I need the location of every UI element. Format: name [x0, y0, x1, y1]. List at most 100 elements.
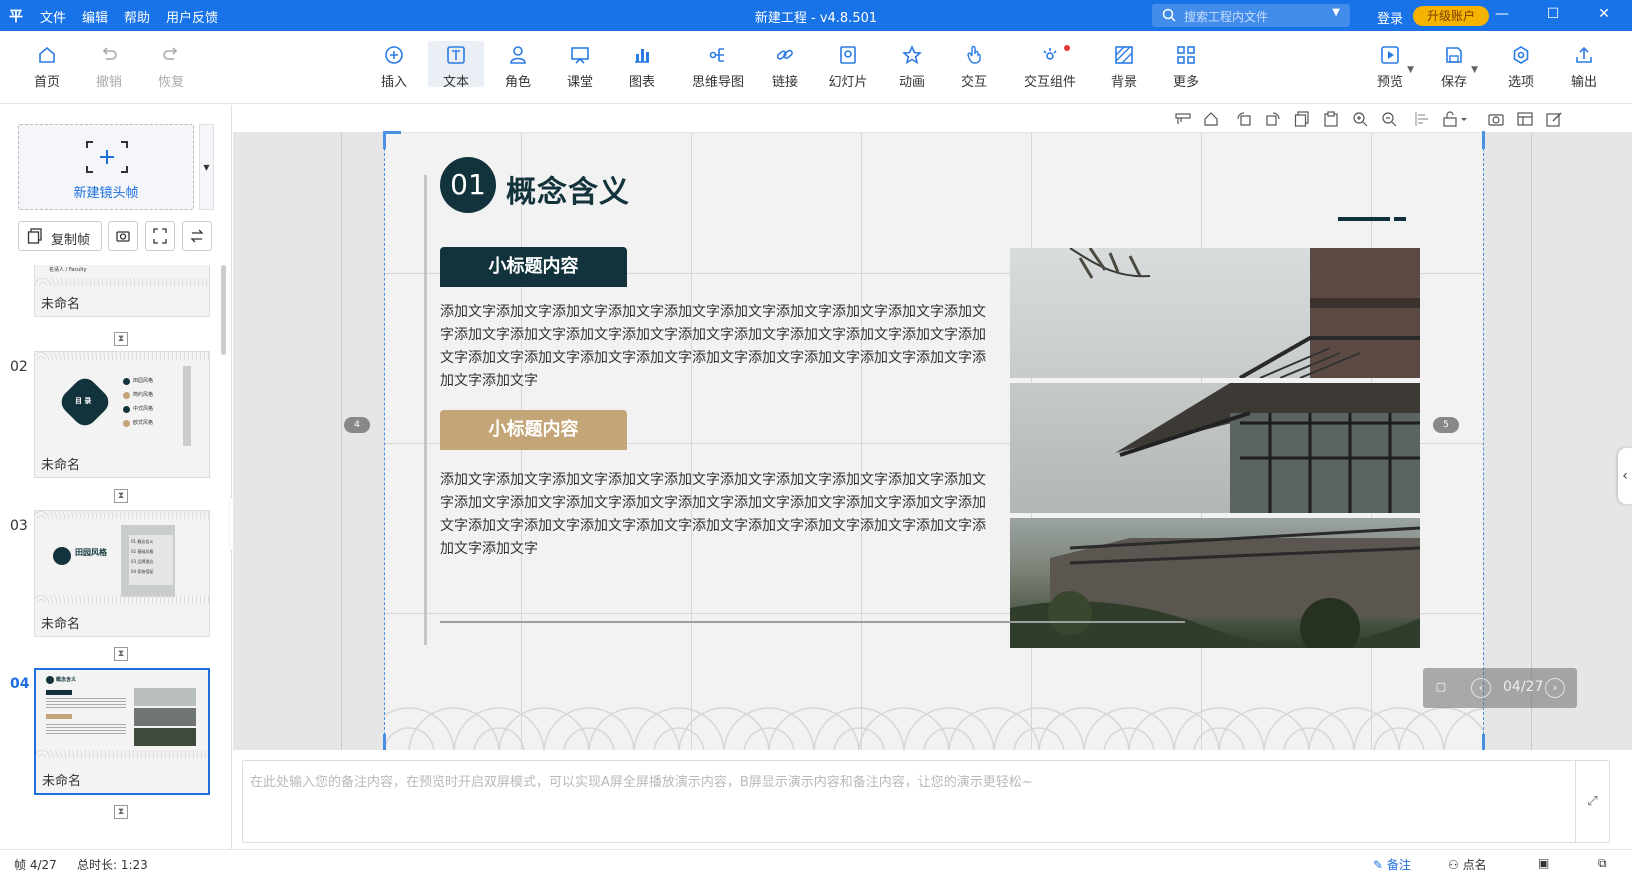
rotate-left-icon[interactable]: [1236, 111, 1252, 127]
subtitle-1[interactable]: 小标题内容: [440, 247, 627, 287]
transition-icon[interactable]: ⧗: [114, 332, 128, 346]
home-button[interactable]: 首页: [19, 45, 75, 90]
camera-button[interactable]: [108, 221, 138, 251]
thumb-title: 田园风格: [75, 548, 107, 557]
swap-frame-button[interactable]: [182, 221, 212, 251]
more-button[interactable]: 更多: [1158, 45, 1214, 90]
frame-caption: 未命名: [42, 774, 82, 789]
ruler-icon[interactable]: [1175, 111, 1191, 127]
text-button[interactable]: 文本: [428, 41, 484, 90]
sidebar-scrollbar[interactable]: [221, 265, 226, 355]
thumb-pattern: [35, 511, 209, 519]
interact-widget-button[interactable]: 交互组件: [1014, 45, 1086, 90]
fit-frame-button[interactable]: [145, 221, 175, 251]
hand-pointer-icon: [967, 45, 981, 64]
bullet-icon: [123, 392, 130, 399]
notes-toggle[interactable]: ✎ 备注: [1373, 856, 1411, 873]
menu-file[interactable]: 文件: [40, 7, 66, 26]
link-button[interactable]: 链接: [757, 45, 813, 90]
slideshow-button[interactable]: 幻灯片: [820, 45, 876, 90]
next-frame-button[interactable]: ›: [1545, 678, 1565, 698]
frame-thumbnail[interactable]: 名请人 / Faculty 未命名: [34, 265, 210, 317]
zoom-out-icon[interactable]: [1381, 111, 1397, 127]
frame-thumbnail[interactable]: 目 录 田园风格 简约风格 中式风格 欧式风格 未命名: [34, 351, 210, 478]
thumb-shape: [46, 724, 126, 734]
slide-number-badge[interactable]: 01: [440, 157, 496, 213]
export-button[interactable]: 输出: [1556, 45, 1612, 90]
building-photo-2[interactable]: [1010, 383, 1420, 513]
preview-button[interactable]: 预览 ▼: [1362, 45, 1418, 90]
insert-button[interactable]: 插入: [366, 45, 422, 90]
template-icon[interactable]: [1517, 111, 1533, 127]
copy-icon[interactable]: [1294, 111, 1310, 127]
close-icon[interactable]: ✕: [1594, 6, 1614, 22]
chevron-down-icon[interactable]: ▼: [1332, 7, 1340, 18]
undo-button[interactable]: 撤销: [81, 45, 137, 90]
upgrade-button[interactable]: 升级账户: [1413, 6, 1489, 26]
prev-frame-marker[interactable]: 4: [344, 417, 370, 433]
save-icon: [1446, 47, 1462, 63]
chevron-down-icon[interactable]: ▼: [1407, 65, 1414, 75]
subtitle-2[interactable]: 小标题内容: [440, 410, 627, 450]
transition-icon[interactable]: ⧗: [114, 647, 128, 661]
window-icon[interactable]: ⧉: [1598, 856, 1607, 871]
building-photo-3[interactable]: [1010, 518, 1420, 648]
chart-button[interactable]: 图表: [614, 45, 670, 90]
prev-frame-button[interactable]: ‹: [1471, 678, 1491, 698]
zoom-in-icon[interactable]: [1352, 111, 1368, 127]
classroom-button[interactable]: 课堂: [552, 45, 608, 90]
new-frame-dropdown[interactable]: ▼: [199, 124, 214, 210]
transition-icon[interactable]: ⧗: [114, 805, 128, 819]
lock-icon[interactable]: [1443, 111, 1469, 127]
frame-navigator: ▢ ‹ 04/27 ›: [1423, 668, 1577, 708]
rotate-right-icon[interactable]: [1265, 111, 1281, 127]
expand-icon[interactable]: ⤢: [1575, 761, 1609, 842]
chevron-down-icon[interactable]: ▼: [1471, 65, 1478, 75]
menu-help[interactable]: 帮助: [124, 7, 150, 26]
home-icon[interactable]: [1203, 111, 1219, 127]
frame-thumbnail[interactable]: 田园风格 01 概念含义 02 基础风格 03 品牌理念 04 家装搭配 未命名: [34, 510, 210, 637]
maximize-icon[interactable]: ☐: [1543, 6, 1563, 22]
collapse-right-panel-button[interactable]: ‹: [1618, 448, 1632, 504]
mindmap-button[interactable]: 思维导图: [682, 45, 754, 90]
redo-button[interactable]: 恢复: [143, 45, 199, 90]
fullscreen-icon[interactable]: ▢: [1431, 678, 1451, 698]
project-search-input[interactable]: 搜索工程内文件 ▼: [1152, 4, 1350, 27]
transition-icon[interactable]: ⧗: [114, 489, 128, 503]
options-label: 选项: [1507, 75, 1534, 90]
screenshot-icon[interactable]: [1488, 111, 1504, 127]
frame-thumbnail[interactable]: 概念含义 未命名: [34, 668, 210, 795]
edit-icon[interactable]: [1546, 111, 1562, 127]
new-frame-button[interactable]: 新建镜头帧: [18, 124, 194, 210]
rollcall-button[interactable]: ⚇ 点名: [1448, 856, 1487, 873]
paragraph-2[interactable]: 添加文字添加文字添加文字添加文字添加文字添加文字添加文字添加文字添加文字添加文字…: [440, 469, 990, 561]
copy-frame-button[interactable]: 复制帧: [18, 221, 102, 251]
options-button[interactable]: 选项: [1493, 45, 1549, 90]
animation-button[interactable]: 动画: [884, 45, 940, 90]
next-frame-marker[interactable]: 5: [1433, 417, 1459, 433]
copy-icon: [27, 228, 42, 244]
role-button[interactable]: 角色: [490, 45, 546, 90]
thumb-toc-item: 02 基础风格: [131, 549, 154, 554]
slide-canvas[interactable]: 01 概念含义 小标题内容 添加文字添加文字添加文字添加文字添加文字添加文字添加…: [384, 133, 1484, 750]
thumb-pattern: [36, 750, 208, 758]
slide-title[interactable]: 概念含义: [506, 167, 630, 211]
thumb-toc-item: 简约风格: [123, 388, 153, 402]
interact-button[interactable]: 交互: [946, 45, 1002, 90]
canvas-area[interactable]: 01 概念含义 小标题内容 添加文字添加文字添加文字添加文字添加文字添加文字添加…: [233, 105, 1632, 750]
minimize-icon[interactable]: —: [1492, 6, 1512, 22]
paste-icon[interactable]: [1323, 111, 1339, 127]
paragraph-1[interactable]: 添加文字添加文字添加文字添加文字添加文字添加文字添加文字添加文字添加文字添加文字…: [440, 301, 990, 393]
notes-textarea[interactable]: 在此处输入您的备注内容，在预览时开启双屏模式，可以实现A屏全屏播放演示内容，B屏…: [242, 760, 1610, 843]
bar-chart-icon: [635, 49, 649, 63]
building-photo-1[interactable]: [1010, 248, 1420, 378]
background-button[interactable]: 背景: [1096, 45, 1152, 90]
menu-edit[interactable]: 编辑: [82, 7, 108, 26]
align-icon[interactable]: [1414, 111, 1430, 127]
frames-sidebar: 新建镜头帧 ▼ 复制帧 名请人 / Faculty 未命名 ⧗ 02 目 录 田…: [0, 105, 232, 849]
screen-icon[interactable]: ▣: [1538, 856, 1549, 870]
decor-vertical-line: [424, 175, 427, 645]
menu-feedback[interactable]: 用户反馈: [166, 7, 218, 26]
login-link[interactable]: 登录: [1377, 8, 1403, 27]
save-button[interactable]: 保存 ▼: [1426, 45, 1482, 90]
